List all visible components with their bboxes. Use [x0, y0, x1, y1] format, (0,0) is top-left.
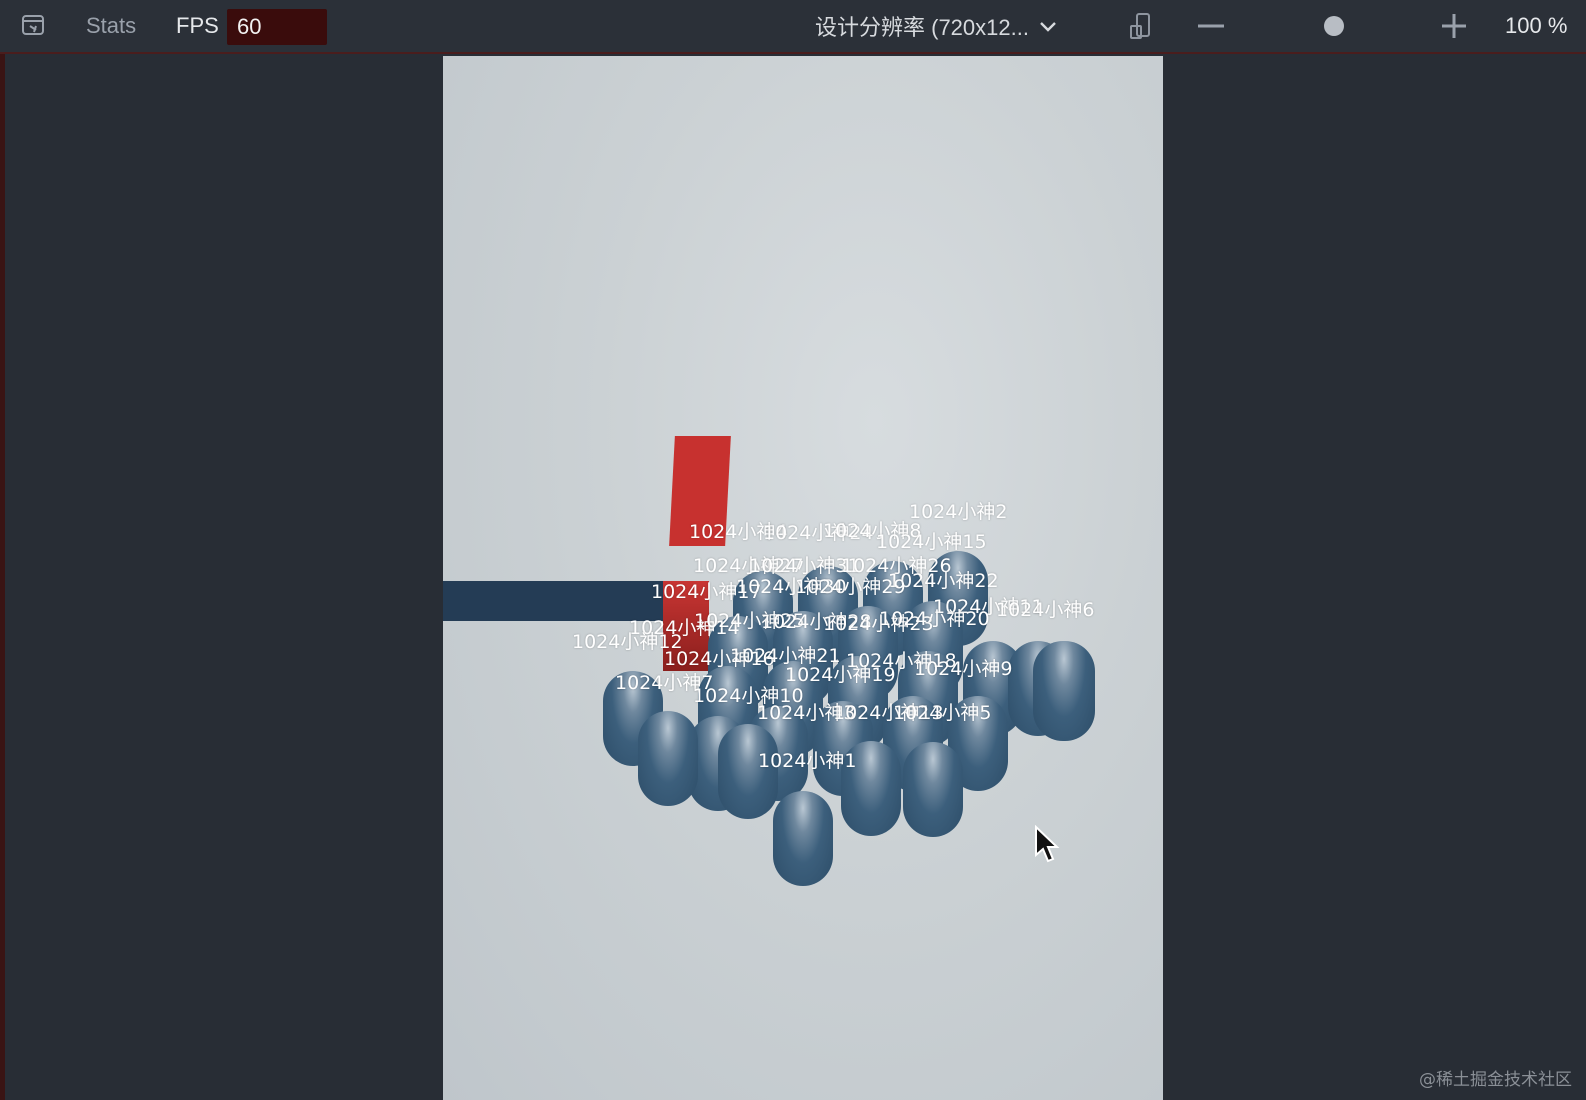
fps-label: FPS: [176, 13, 219, 38]
fps-input[interactable]: 60: [227, 9, 327, 45]
resolution-label: 设计分辨率 (720x12...: [815, 15, 1029, 40]
player-name-label: 1024小神5: [893, 702, 992, 724]
rotate-device-icon[interactable]: [1128, 0, 1158, 52]
left-edge: [0, 54, 5, 1100]
game-viewport[interactable]: 1024小神2 1024小神4 1024小神24 1024小神8 1024小神1…: [443, 56, 1163, 1100]
player-capsule: [773, 791, 833, 886]
zoom-out-icon[interactable]: [1196, 0, 1226, 52]
zoom-level: 100 %: [1505, 13, 1568, 38]
zoom-in-icon[interactable]: [1440, 0, 1468, 52]
player-name-label: 1024小神15: [876, 531, 987, 553]
mouse-cursor-icon: [1034, 824, 1060, 870]
player-capsule: [903, 742, 963, 837]
zoom-slider-thumb-icon[interactable]: [1322, 0, 1346, 52]
player-name-label: 1024小神29: [795, 576, 906, 598]
player-capsule: [1033, 641, 1095, 741]
player-name-label: 1024小神2: [909, 501, 1008, 523]
player-name-label: 1024小神9: [914, 658, 1013, 680]
player-name-label: 1024小神6: [996, 599, 1095, 621]
preview-toggle-icon[interactable]: [20, 0, 48, 52]
toolbar: Stats FPS 60 设计分辨率 (720x12... 100 %: [0, 0, 1586, 54]
chevron-down-icon: [1039, 13, 1057, 39]
player-capsule: [638, 711, 698, 806]
resolution-select[interactable]: 设计分辨率 (720x12...: [815, 0, 1057, 52]
watermark: @稀土掘金技术社区: [1419, 1070, 1572, 1090]
player-name-label: 1024小神1: [758, 750, 857, 772]
player-name-label: 1024小神20: [879, 608, 990, 630]
stats-label[interactable]: Stats: [86, 0, 136, 52]
